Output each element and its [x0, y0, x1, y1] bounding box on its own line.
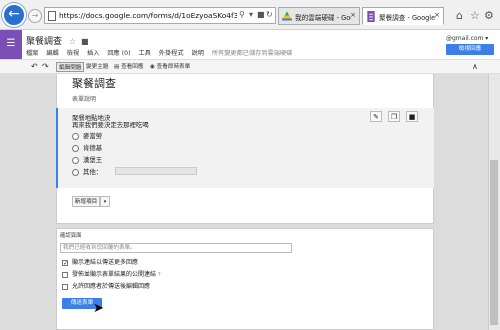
- lock-icon[interactable]: ■: [257, 10, 265, 19]
- redo-icon[interactable]: ↷: [40, 62, 51, 72]
- help-icon[interactable]: ?: [158, 272, 161, 278]
- checkbox-icon[interactable]: [62, 271, 68, 278]
- question-help-text: 再來我們要決定去那裡吃喝: [72, 121, 149, 129]
- star-icon[interactable]: ☆: [69, 37, 76, 46]
- forward-button[interactable]: →: [28, 9, 42, 23]
- change-theme-button[interactable]: 變更主題: [84, 62, 110, 72]
- delete-icon[interactable]: ■: [406, 111, 418, 122]
- duplicate-icon[interactable]: ❐: [388, 111, 400, 122]
- view-responses-label: 查看回應: [121, 64, 144, 70]
- folder-icon[interactable]: ■: [81, 37, 89, 46]
- radio-icon[interactable]: [72, 132, 79, 140]
- collapse-icon[interactable]: ∧: [470, 62, 480, 72]
- close-icon[interactable]: ×: [434, 11, 440, 19]
- back-button[interactable]: ←: [2, 3, 26, 27]
- dropdown-icon[interactable]: ▾: [249, 10, 253, 19]
- page-icon: [48, 11, 56, 21]
- tab-label: 聚餐調查 - Google: [379, 14, 435, 22]
- confirmation-message-field[interactable]: 我們已經收到您回覆的表單。: [60, 243, 292, 253]
- option-item[interactable]: 其他：: [72, 167, 102, 176]
- document-title-text[interactable]: 聚餐調查: [26, 37, 62, 47]
- menu-file[interactable]: 檔案: [26, 50, 38, 57]
- mouse-cursor-icon: ➤: [93, 301, 104, 316]
- option-label: 麥當勞: [83, 132, 103, 140]
- forms-menu-icon[interactable]: ☰: [0, 30, 22, 59]
- option-label: 漢堡王: [83, 156, 103, 164]
- checkbox-item[interactable]: ✓ 顯示連結以傳送更多回應: [62, 257, 138, 266]
- menu-view[interactable]: 檢視: [67, 50, 79, 57]
- gear-icon[interactable]: ⚙: [484, 9, 494, 22]
- search-icon[interactable]: ⚲: [239, 10, 245, 19]
- option-item[interactable]: 肯德基: [72, 143, 102, 152]
- save-status: 所有變更都已儲存到雲端硬碟: [211, 50, 293, 57]
- checkbox-label: 發佈並顯示表單結果的公開連結: [72, 271, 157, 278]
- checkbox-label: 顯示連結以傳送更多回應: [72, 259, 139, 266]
- add-item-dropdown[interactable]: ▾: [100, 196, 110, 207]
- menu-edit[interactable]: 編輯: [46, 50, 58, 57]
- tab-drive[interactable]: 我的雲端硬碟 - Goo ×: [278, 7, 360, 25]
- form-title[interactable]: 聚餐調查: [72, 75, 116, 91]
- checkbox-checked-icon[interactable]: ✓: [62, 259, 68, 266]
- refresh-icon[interactable]: ↻: [266, 10, 273, 19]
- form-description[interactable]: 表單說明: [72, 94, 96, 103]
- checkbox-label: 允許回應者於傳送後編輯回應: [72, 283, 151, 290]
- forms-icon: [367, 11, 375, 22]
- home-icon[interactable]: ⌂: [456, 9, 463, 22]
- menu-insert[interactable]: 插入: [87, 50, 99, 57]
- chart-icon: ▤: [114, 64, 120, 70]
- menu-addons[interactable]: 外掛程式: [159, 50, 184, 57]
- undo-icon[interactable]: ↶: [29, 62, 40, 72]
- scrollbar-thumb[interactable]: [490, 160, 498, 325]
- checkbox-icon[interactable]: [62, 283, 68, 290]
- menu-tools[interactable]: 工具: [138, 50, 150, 57]
- document-title[interactable]: 聚餐調查 ☆ ■: [26, 34, 89, 47]
- add-item-button[interactable]: 新增項目: [72, 196, 100, 207]
- edit-icon[interactable]: ✎: [370, 111, 382, 122]
- option-item[interactable]: 漢堡王: [72, 155, 102, 164]
- menu-help[interactable]: 說明: [192, 50, 204, 57]
- view-responses-toolbar-button[interactable]: ▤ 查看回應: [112, 62, 145, 72]
- edit-questions-button[interactable]: 編輯問題: [56, 62, 85, 72]
- tab-label: 我的雲端硬碟 - Goo: [295, 14, 351, 22]
- menu-responses[interactable]: 回應 (0): [107, 50, 130, 57]
- other-text-field[interactable]: [115, 167, 197, 175]
- option-label: 其他：: [83, 168, 103, 176]
- radio-icon[interactable]: [72, 156, 79, 164]
- close-icon[interactable]: ×: [350, 11, 356, 19]
- confirmation-header: 確認頁面: [60, 233, 82, 239]
- option-item[interactable]: 麥當勞: [72, 131, 102, 140]
- view-responses-button[interactable]: 檢視回應: [446, 44, 494, 55]
- view-live-form-button[interactable]: ◉ 查看即時表單: [148, 62, 192, 72]
- radio-icon[interactable]: [72, 144, 79, 152]
- drive-icon: [282, 11, 292, 21]
- star-icon[interactable]: ☆: [470, 9, 480, 22]
- checkbox-item[interactable]: 允許回應者於傳送後編輯回應: [62, 281, 150, 290]
- checkbox-item[interactable]: 發佈並顯示表單結果的公開連結 ?: [62, 269, 161, 278]
- account-email[interactable]: @gmail.com ▾: [446, 35, 488, 42]
- option-label: 肯德基: [83, 144, 103, 152]
- radio-icon[interactable]: [72, 168, 79, 176]
- view-live-form-label: 查看即時表單: [156, 64, 191, 70]
- address-bar[interactable]: https://docs.google.com/forms/d/1oEzyoaS…: [44, 7, 276, 24]
- eye-icon: ◉: [150, 64, 155, 70]
- menu-bar: 檔案 編輯 檢視 插入 回應 (0) 工具 外掛程式 說明 所有變更都已儲存到雲…: [26, 48, 298, 57]
- url-text[interactable]: https://docs.google.com/forms/d/1oEzyoaS…: [59, 11, 237, 20]
- tab-form[interactable]: 聚餐調查 - Google ×: [362, 7, 444, 25]
